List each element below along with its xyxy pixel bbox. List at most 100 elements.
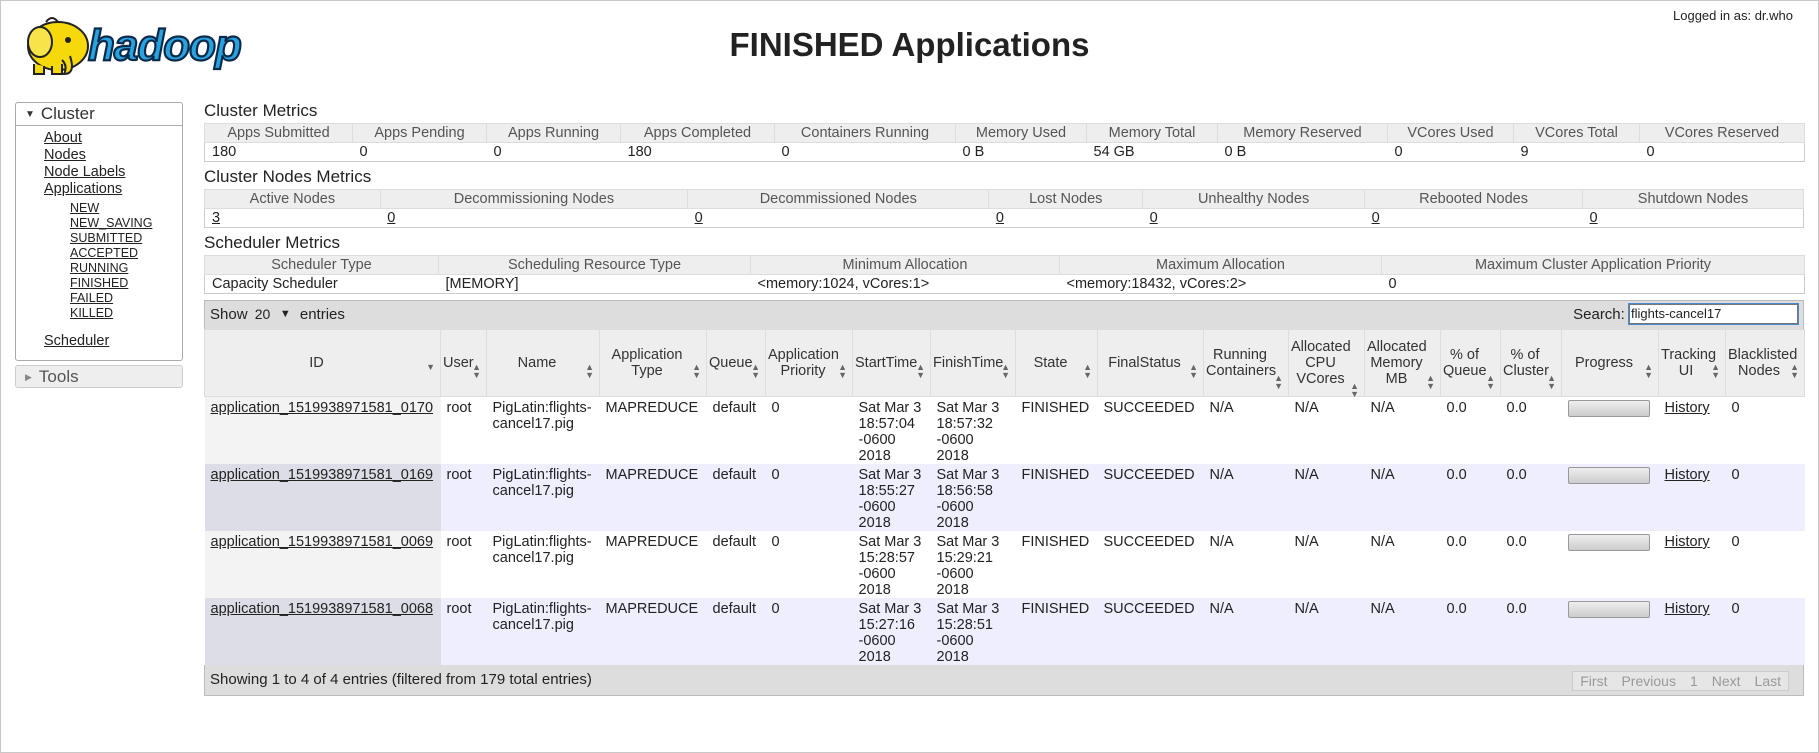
app-id-link[interactable]: application_1519938971581_0170 xyxy=(211,400,434,416)
pager-first-button[interactable]: First xyxy=(1573,673,1614,689)
page-size-value: 20 xyxy=(254,306,271,322)
column-header-application-type[interactable]: Application Type ▲ ▼ xyxy=(599,329,707,397)
metric-header: Decommissioning Nodes xyxy=(379,189,689,209)
sidebar-link-applications[interactable]: Applications xyxy=(44,181,182,198)
column-header-priority[interactable]: Application Priority ▲ ▼ xyxy=(765,329,853,397)
table-cell: default xyxy=(706,531,766,598)
sidebar-link-nodes[interactable]: Nodes xyxy=(44,147,182,164)
state-link-killed[interactable]: KILLED xyxy=(70,306,182,321)
column-header-final-status[interactable]: FinalStatus ▲ ▼ xyxy=(1097,329,1204,397)
pager-last-button[interactable]: Last xyxy=(1748,673,1788,689)
node-metrics-table: Active Nodes Decommissioning Nodes Decom… xyxy=(204,189,1804,228)
sort-icon: ▲ ▼ xyxy=(1547,373,1556,391)
table-cell: FINISHED xyxy=(1015,598,1098,665)
state-link-new-saving[interactable]: NEW_SAVING xyxy=(70,216,182,231)
cell-start-time: Sat Mar 3 15:28:57 -0600 2018 xyxy=(858,534,922,598)
table-cell: 0 xyxy=(1725,598,1805,665)
state-link-finished[interactable]: FINISHED xyxy=(70,276,182,291)
state-link-new[interactable]: NEW xyxy=(70,201,182,216)
cell-running-containers: N/A xyxy=(1209,534,1234,550)
history-link[interactable]: History xyxy=(1665,534,1710,550)
table-cell: 0.0 xyxy=(1440,464,1501,531)
decommissioning-nodes-link[interactable]: 0 xyxy=(387,210,395,226)
column-header-name[interactable]: Name ▲ ▼ xyxy=(486,329,600,397)
state-link-running[interactable]: RUNNING xyxy=(70,261,182,276)
sort-icon: ▲ ▼ xyxy=(1001,362,1010,380)
table-cell: Sat Mar 3 15:28:51 -0600 2018 xyxy=(930,598,1016,665)
unhealthy-nodes-link[interactable]: 0 xyxy=(1150,210,1158,226)
table-cell: History xyxy=(1658,396,1726,464)
app-id-link[interactable]: application_1519938971581_0169 xyxy=(211,467,434,483)
table-cell: application_1519938971581_0068 xyxy=(204,598,441,665)
cell-finish-time: Sat Mar 3 15:28:51 -0600 2018 xyxy=(936,601,1000,665)
metric-header: Active Nodes xyxy=(204,189,381,209)
metric-value: 54 GB xyxy=(1086,142,1218,162)
table-cell: 0 xyxy=(1725,464,1805,531)
column-header-progress[interactable]: Progress ▲ ▼ xyxy=(1561,329,1659,397)
cell-pct-cluster: 0.0 xyxy=(1506,534,1527,550)
cell-user: root xyxy=(446,400,472,416)
cell-finish-time: Sat Mar 3 18:57:32 -0600 2018 xyxy=(936,400,1000,464)
table-cell: 0.0 xyxy=(1500,396,1562,464)
metric-value: 0 B xyxy=(1217,142,1388,162)
metric-header: Lost Nodes xyxy=(988,189,1144,209)
metric-header: Minimum Allocation xyxy=(750,255,1060,275)
column-header-id[interactable]: ID ▼ xyxy=(204,329,441,397)
state-link-accepted[interactable]: ACCEPTED xyxy=(70,246,182,261)
metric-header: VCores Used xyxy=(1387,123,1514,143)
history-link[interactable]: History xyxy=(1665,601,1710,617)
cell-allocated-vcores: N/A xyxy=(1294,601,1319,617)
sidebar-link-scheduler[interactable]: Scheduler xyxy=(44,333,182,350)
rebooted-nodes-link[interactable]: 0 xyxy=(1372,210,1380,226)
lost-nodes-link[interactable]: 0 xyxy=(996,210,1004,226)
shutdown-nodes-link[interactable]: 0 xyxy=(1590,210,1598,226)
show-label: Show xyxy=(210,306,248,323)
table-cell: 0.0 xyxy=(1440,531,1501,598)
state-link-failed[interactable]: FAILED xyxy=(70,291,182,306)
column-header-pct-queue[interactable]: % of Queue ▲ ▼ xyxy=(1440,329,1501,397)
sidebar-link-node-labels[interactable]: Node Labels xyxy=(44,164,182,181)
state-link-submitted[interactable]: SUBMITTED xyxy=(70,231,182,246)
column-header-start-time[interactable]: StartTime ▲ ▼ xyxy=(852,329,931,397)
page-size-select[interactable]: 20 ▼ xyxy=(254,304,293,324)
metric-header: Apps Pending xyxy=(352,123,487,143)
table-controls: Show 20 ▼ entries Search: flights-cancel1… xyxy=(204,300,1804,329)
column-header-pct-cluster[interactable]: % of Cluster ▲ ▼ xyxy=(1500,329,1562,397)
pager-previous-button[interactable]: Previous xyxy=(1614,673,1682,689)
column-header-queue[interactable]: Queue ▲ ▼ xyxy=(706,329,766,397)
pager-next-button[interactable]: Next xyxy=(1705,673,1748,689)
column-header-tracking-ui[interactable]: Tracking UI ▲ ▼ xyxy=(1658,329,1726,397)
metric-header: VCores Reserved xyxy=(1639,123,1805,143)
cell-priority: 0 xyxy=(771,601,780,617)
metric-header: Unhealthy Nodes xyxy=(1142,189,1366,209)
table-cell: 0 xyxy=(765,598,853,665)
tools-panel-header[interactable]: ▶ Tools xyxy=(15,365,183,388)
table-info: Showing 1 to 4 of 4 entries (filtered fr… xyxy=(210,671,592,688)
column-header-allocated-memory[interactable]: Allocated Memory MB ▲ ▼ xyxy=(1364,329,1441,397)
cell-application-type: MAPREDUCE xyxy=(605,467,699,483)
app-id-link[interactable]: application_1519938971581_0068 xyxy=(211,601,434,617)
metric-header: Shutdown Nodes xyxy=(1582,189,1804,209)
column-header-finish-time[interactable]: FinishTime ▲ ▼ xyxy=(930,329,1016,397)
history-link[interactable]: History xyxy=(1665,400,1710,416)
decommissioned-nodes-link[interactable]: 0 xyxy=(695,210,703,226)
pager-page-1[interactable]: 1 xyxy=(1683,673,1705,689)
app-id-link[interactable]: application_1519938971581_0069 xyxy=(211,534,434,550)
history-link[interactable]: History xyxy=(1665,467,1710,483)
sort-icon: ▲ ▼ xyxy=(1083,362,1092,380)
column-header-user[interactable]: User ▲ ▼ xyxy=(440,329,487,397)
metric-value: 0 xyxy=(486,142,621,162)
column-header-allocated-vcores[interactable]: Allocated CPU VCores ▲ ▼ xyxy=(1288,329,1365,399)
column-header-blacklisted-nodes[interactable]: Blacklisted Nodes ▲ ▼ xyxy=(1725,329,1805,397)
table-cell: N/A xyxy=(1288,531,1365,598)
column-header-running-containers[interactable]: Running Containers ▲ ▼ xyxy=(1203,329,1289,397)
table-row: application_1519938971581_0068 root PigLat… xyxy=(204,598,1805,665)
column-header-state[interactable]: State ▲ ▼ xyxy=(1015,329,1098,397)
search-input[interactable]: flights-cancel17 xyxy=(1629,304,1798,324)
sidebar-link-about[interactable]: About xyxy=(44,130,182,147)
cell-user: root xyxy=(446,601,472,617)
table-cell: MAPREDUCE xyxy=(599,464,707,531)
table-cell: N/A xyxy=(1288,598,1365,665)
active-nodes-link[interactable]: 3 xyxy=(212,210,220,226)
cluster-panel-header[interactable]: ▼ Cluster xyxy=(16,103,182,126)
